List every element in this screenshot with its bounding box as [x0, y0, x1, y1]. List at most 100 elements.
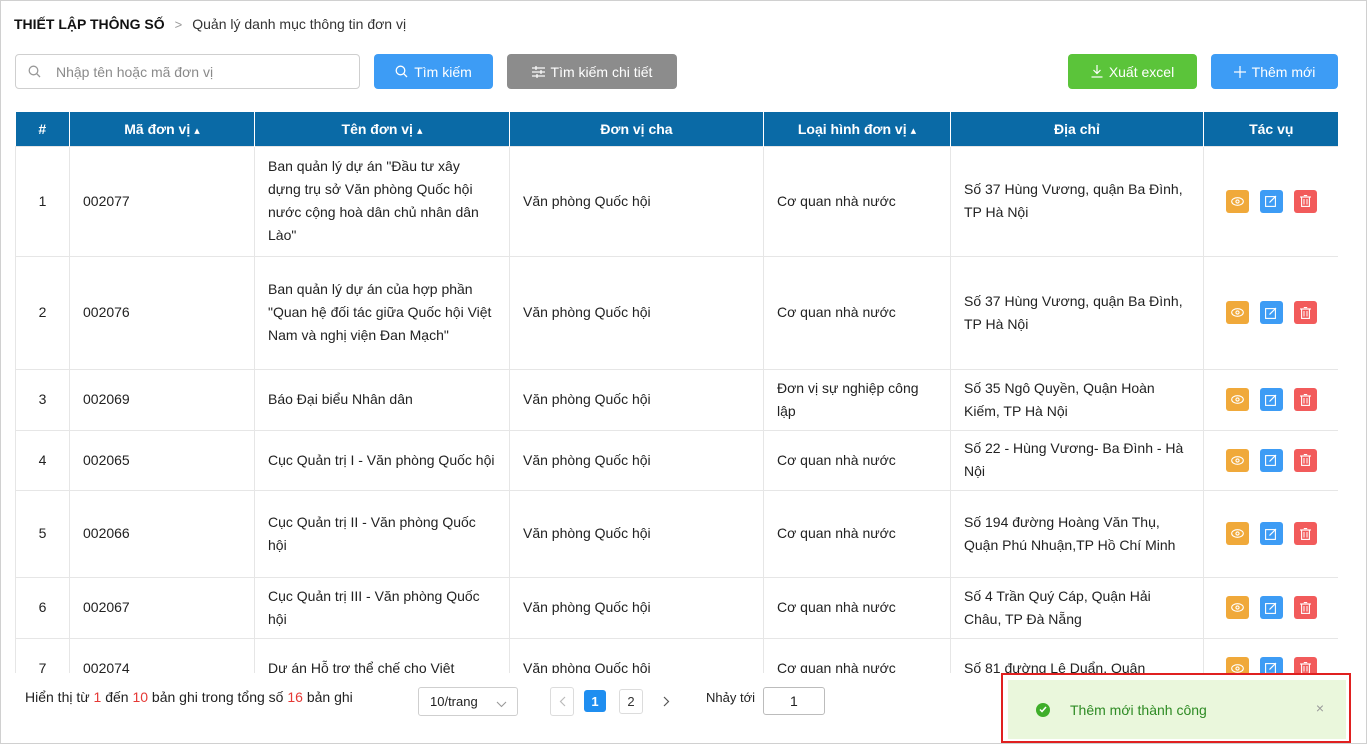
cell-code: 002066 — [69, 489, 255, 578]
search-input[interactable] — [56, 63, 336, 80]
cell-code: 002067 — [69, 576, 255, 639]
breadcrumb-current: Quản lý danh mục thông tin đơn vị — [192, 16, 407, 32]
prev-page-button[interactable] — [550, 687, 574, 716]
column-name[interactable]: Tên đơn vị ▴︎ — [254, 112, 510, 146]
cell-code: 002065 — [69, 429, 255, 491]
table-row: 4 002065 Cục Quản trị I - Văn phòng Quốc… — [15, 429, 1338, 491]
sort-icon[interactable]: ▴︎ — [194, 125, 200, 137]
cell-actions — [1203, 145, 1338, 257]
cell-address: Số 194 đường Hoàng Văn Thụ, Quận Phú Nhu… — [950, 489, 1204, 578]
edit-pencil-icon[interactable] — [1259, 388, 1283, 411]
breadcrumb-root[interactable]: THIẾT LẬP THÔNG SỐ — [14, 16, 165, 32]
edit-pencil-icon[interactable] — [1259, 448, 1283, 472]
cell-code: 002077 — [69, 145, 255, 257]
next-page-button[interactable] — [654, 687, 678, 716]
column-parent: Đơn vị cha — [509, 112, 764, 146]
advanced-search-label: Tìm kiếm chi tiết — [550, 63, 653, 80]
cell-index: 7 — [15, 637, 70, 673]
cell-code: 002074 — [69, 637, 255, 673]
cell-type: Cơ quan nhà nước — [763, 576, 951, 639]
view-eye-icon[interactable] — [1225, 189, 1249, 213]
search-icon — [28, 65, 42, 79]
delete-trash-icon[interactable] — [1293, 656, 1317, 673]
column-actions: Tác vụ — [1203, 112, 1338, 146]
delete-trash-icon[interactable] — [1293, 522, 1317, 545]
delete-trash-icon[interactable] — [1293, 388, 1317, 411]
cell-index: 3 — [15, 368, 70, 431]
cell-code: 002076 — [69, 255, 255, 370]
page-1-button[interactable]: 1 — [584, 690, 606, 712]
cell-index: 1 — [15, 145, 70, 257]
cell-address: Số 37 Hùng Vương, quận Ba Đình, TP Hà Nộ… — [950, 145, 1204, 257]
cell-address: Số 35 Ngô Quyền, Quận Hoàn Kiếm, TP Hà N… — [950, 368, 1204, 431]
cell-name: Ban quản lý dự án "Đầu tư xây dựng trụ s… — [254, 145, 510, 257]
advanced-search-button[interactable]: Tìm kiếm chi tiết — [507, 54, 677, 89]
view-eye-icon[interactable] — [1225, 301, 1249, 324]
delete-trash-icon[interactable] — [1293, 596, 1317, 619]
range-from: 1 — [93, 689, 102, 705]
search-button-label: Tìm kiếm — [414, 63, 472, 80]
cell-index: 4 — [15, 429, 70, 491]
cell-actions — [1203, 576, 1338, 639]
edit-pencil-icon[interactable] — [1259, 189, 1283, 213]
cell-parent: Văn phòng Quốc hội — [509, 489, 764, 578]
view-eye-icon[interactable] — [1225, 522, 1249, 545]
total-count: 16 — [287, 689, 303, 705]
delete-trash-icon[interactable] — [1293, 189, 1317, 213]
pagination-info: Hiển thị từ 1 đến 10 bản ghi trong tổng … — [25, 689, 353, 705]
cell-type: Cơ quan nhà nước — [763, 637, 951, 673]
view-eye-icon[interactable] — [1225, 656, 1249, 673]
add-new-label: Thêm mới — [1251, 63, 1316, 80]
page-size-select[interactable]: 10/trang — [418, 687, 518, 716]
edit-pencil-icon[interactable] — [1259, 301, 1283, 324]
cell-parent: Văn phòng Quốc hội — [509, 637, 764, 673]
cell-address: Số 37 Hùng Vương, quận Ba Đình, TP Hà Nộ… — [950, 255, 1204, 370]
cell-actions — [1203, 637, 1338, 673]
page-2-button[interactable]: 2 — [619, 689, 643, 714]
add-new-button[interactable]: Thêm mới — [1211, 54, 1338, 89]
sort-icon[interactable]: ▴︎ — [417, 125, 423, 137]
search-box[interactable] — [15, 54, 360, 89]
search-button[interactable]: Tìm kiếm — [374, 54, 493, 89]
cell-name: Ban quản lý dự án của hợp phần "Quan hệ … — [254, 255, 510, 370]
table-row: 1 002077 Ban quản lý dự án "Đầu tư xây d… — [15, 145, 1338, 257]
cell-parent: Văn phòng Quốc hội — [509, 368, 764, 431]
export-excel-button[interactable]: Xuất excel — [1068, 54, 1197, 89]
sort-icon[interactable]: ▴︎ — [911, 125, 917, 137]
view-eye-icon[interactable] — [1225, 596, 1249, 619]
jump-to-label: Nhảy tới — [706, 690, 755, 705]
delete-trash-icon[interactable] — [1293, 448, 1317, 472]
edit-pencil-icon[interactable] — [1259, 522, 1283, 545]
cell-actions — [1203, 429, 1338, 491]
cell-type: Đơn vị sự nghiệp công lập — [763, 368, 951, 431]
close-icon[interactable]: × — [1316, 700, 1324, 716]
cell-actions — [1203, 489, 1338, 578]
cell-address: Số 22 - Hùng Vương- Ba Đình - Hà Nội — [950, 429, 1204, 491]
table-row: 2 002076 Ban quản lý dự án của hợp phần … — [15, 255, 1338, 370]
view-eye-icon[interactable] — [1225, 388, 1249, 411]
edit-pencil-icon[interactable] — [1259, 596, 1283, 619]
cell-code: 002069 — [69, 368, 255, 431]
column-type[interactable]: Loại hình đơn vị ▴︎ — [763, 112, 951, 146]
breadcrumb-separator-icon: > — [174, 16, 183, 32]
filter-sliders-icon — [531, 65, 545, 78]
cell-name: Cục Quản trị I - Văn phòng Quốc hội — [254, 429, 510, 491]
cell-name: Cục Quản trị II - Văn phòng Quốc hội — [254, 489, 510, 578]
cell-actions — [1203, 368, 1338, 431]
range-to: 10 — [132, 689, 149, 705]
delete-trash-icon[interactable] — [1293, 301, 1317, 324]
table-header-row: # Mã đơn vị ▴︎ Tên đơn vị ▴︎ Đơn vị cha Lo… — [15, 112, 1338, 146]
table-row: 7 002074 Dự án Hỗ trợ thể chế cho Việt V… — [15, 637, 1338, 673]
table-row: 3 002069 Báo Đại biểu Nhân dân Văn phòng… — [15, 368, 1338, 431]
jump-to-input[interactable]: 1 — [763, 687, 825, 715]
cell-index: 5 — [15, 489, 70, 578]
plus-icon — [1233, 65, 1246, 78]
chevron-down-icon — [496, 696, 507, 711]
column-code[interactable]: Mã đơn vị ▴︎ — [69, 112, 255, 146]
breadcrumb: THIẾT LẬP THÔNG SỐ > Quản lý danh mục th… — [14, 16, 406, 32]
edit-pencil-icon[interactable] — [1259, 656, 1283, 673]
cell-actions — [1203, 255, 1338, 370]
view-eye-icon[interactable] — [1225, 448, 1249, 472]
column-index: # — [15, 112, 70, 146]
table-row: 5 002066 Cục Quản trị II - Văn phòng Quố… — [15, 489, 1338, 578]
